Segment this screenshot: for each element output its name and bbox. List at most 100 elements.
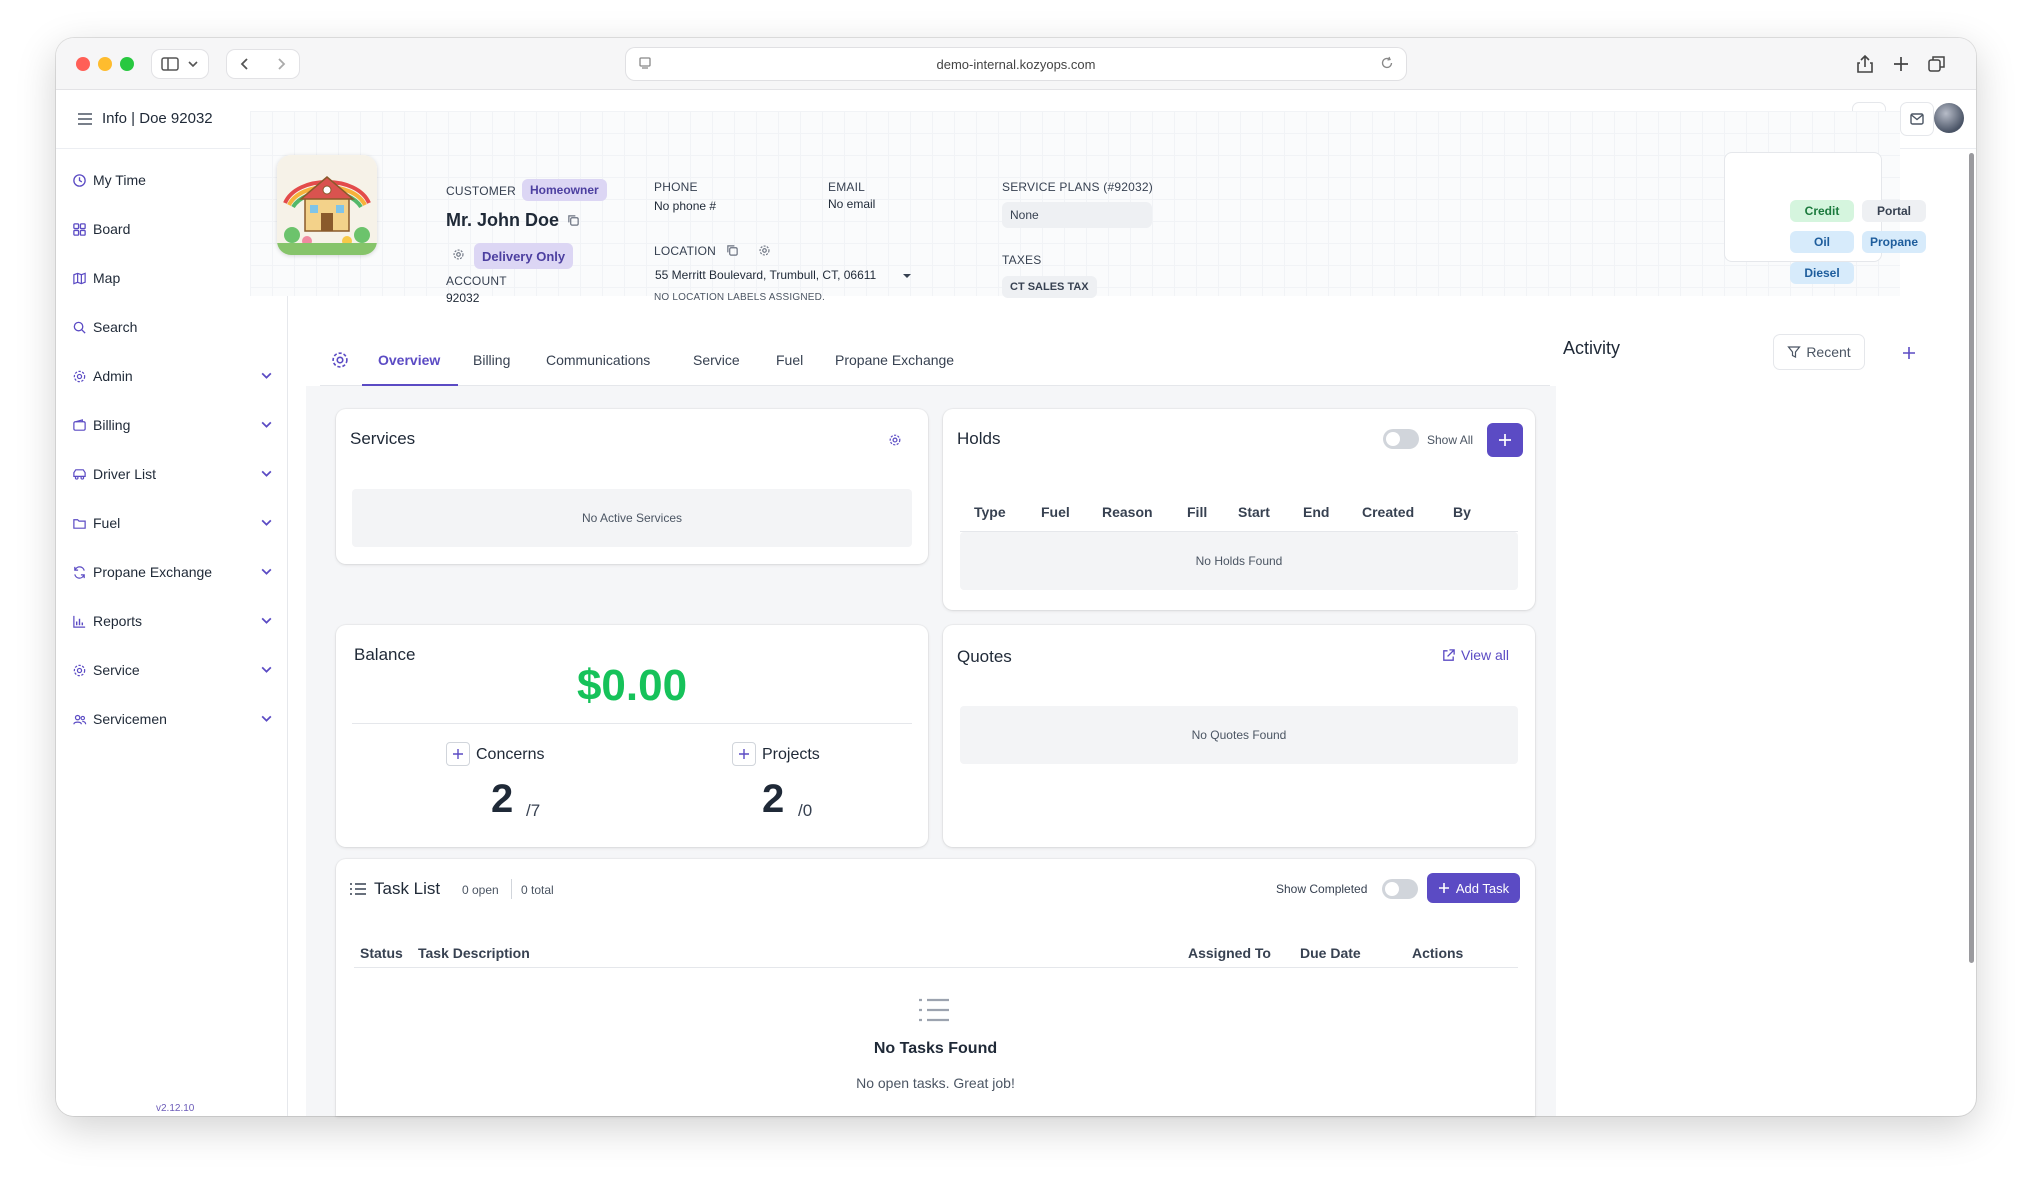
quotes-empty-text: No Quotes Found bbox=[1191, 728, 1287, 742]
minimize-window-button[interactable] bbox=[98, 57, 112, 71]
sidebar-item-my-time[interactable]: My Time bbox=[72, 165, 277, 195]
sidebar-item-propane-exchange[interactable]: Propane Exchange bbox=[72, 557, 277, 587]
chevron-down-icon bbox=[261, 421, 272, 428]
sidebar-item-label: Reports bbox=[93, 613, 143, 629]
refresh-icon bbox=[74, 565, 85, 579]
scrollbar[interactable] bbox=[1969, 153, 1974, 963]
avatar[interactable] bbox=[1934, 103, 1964, 133]
holds-col-fuel: Fuel bbox=[1041, 504, 1070, 520]
add-task-button[interactable]: Add Task bbox=[1427, 873, 1520, 903]
phone-value: No phone # bbox=[654, 199, 717, 213]
gear-icon bbox=[73, 370, 86, 382]
folder-icon bbox=[73, 518, 86, 529]
task-col-status: Status bbox=[360, 945, 403, 961]
gear-icon[interactable] bbox=[888, 433, 902, 447]
search-icon bbox=[73, 321, 86, 334]
sidebar-item-map[interactable]: Map bbox=[72, 263, 277, 293]
activity-title: Activity bbox=[1563, 338, 1621, 358]
email-label: EMAIL bbox=[828, 180, 866, 194]
copy-icon[interactable] bbox=[567, 214, 580, 227]
new-tab-icon[interactable] bbox=[1890, 53, 1912, 75]
holds-col-fill: Fill bbox=[1187, 504, 1208, 520]
holds-empty: No Holds Found bbox=[960, 532, 1518, 590]
address-bar[interactable]: demo-internal.kozyops.com bbox=[626, 48, 1406, 80]
tab-billing[interactable]: Billing bbox=[473, 352, 510, 368]
holds-col-by: By bbox=[1453, 504, 1471, 520]
add-activity-button[interactable] bbox=[1894, 338, 1924, 368]
url-text: demo-internal.kozyops.com bbox=[936, 56, 1096, 72]
page-icon bbox=[639, 57, 651, 69]
empty-list-icon bbox=[919, 998, 949, 1022]
hamburger-menu-icon[interactable] bbox=[76, 110, 94, 128]
add-project-button[interactable] bbox=[732, 742, 756, 766]
homeowner-badge: Homeowner bbox=[522, 179, 607, 201]
sidebar-item-servicemen[interactable]: Servicemen bbox=[72, 704, 277, 734]
share-icon[interactable] bbox=[1854, 53, 1876, 75]
chevron-down-icon bbox=[261, 715, 272, 722]
tab-propane-exchange[interactable]: Propane Exchange bbox=[835, 352, 954, 368]
reload-icon[interactable] bbox=[1380, 56, 1394, 70]
sidebar-item-billing[interactable]: Billing bbox=[72, 410, 277, 440]
sidebar-item-label: Admin bbox=[93, 368, 133, 384]
location-address[interactable]: 55 Merritt Boulevard, Trumbull, CT, 0661… bbox=[655, 268, 876, 282]
back-icon[interactable] bbox=[238, 57, 252, 71]
add-concern-button[interactable] bbox=[446, 742, 470, 766]
map-icon bbox=[73, 271, 86, 285]
chevron-down-icon bbox=[261, 568, 272, 575]
house-illustration-icon bbox=[277, 155, 377, 255]
sidebar-item-search[interactable]: Search bbox=[72, 312, 277, 342]
customer-tabs: Overview Billing Communications Service … bbox=[320, 334, 1550, 386]
tab-service[interactable]: Service bbox=[693, 352, 740, 368]
forward-icon[interactable] bbox=[274, 57, 288, 71]
show-completed-label: Show Completed bbox=[1276, 882, 1368, 896]
tab-fuel[interactable]: Fuel bbox=[776, 352, 803, 368]
services-card: Services No Active Services bbox=[336, 409, 928, 564]
sidebar-item-board[interactable]: Board bbox=[72, 214, 277, 244]
plus-icon bbox=[739, 749, 749, 759]
location-labels-note: NO LOCATION LABELS ASSIGNED. bbox=[654, 292, 826, 303]
sidebar-item-fuel[interactable]: Fuel bbox=[72, 508, 277, 538]
tab-overview-icon[interactable] bbox=[1926, 53, 1948, 75]
plus-icon bbox=[1903, 347, 1915, 359]
gear-icon[interactable] bbox=[452, 248, 465, 261]
close-window-button[interactable] bbox=[76, 57, 90, 71]
tab-communications[interactable]: Communications bbox=[546, 352, 650, 368]
tab-overview[interactable]: Overview bbox=[378, 352, 440, 368]
breadcrumb: Info | Doe 92032 bbox=[102, 110, 213, 127]
show-all-toggle[interactable] bbox=[1383, 429, 1419, 449]
location-label: LOCATION bbox=[654, 244, 717, 258]
sidebar-item-admin[interactable]: Admin bbox=[72, 361, 277, 391]
projects-label: Projects bbox=[762, 746, 820, 763]
sidebar-item-service[interactable]: Service bbox=[72, 655, 277, 685]
view-all-quotes-link[interactable]: View all bbox=[1441, 647, 1509, 663]
gear-icon[interactable] bbox=[330, 350, 350, 370]
show-completed-toggle[interactable] bbox=[1382, 879, 1418, 899]
chevron-down-icon bbox=[261, 666, 272, 673]
sidebar-item-label: Fuel bbox=[93, 515, 121, 531]
concerns-open-count: 2 bbox=[491, 777, 514, 821]
sidebar-toggle-button[interactable] bbox=[152, 50, 208, 78]
holds-col-reason: Reason bbox=[1102, 504, 1153, 520]
task-header-divider bbox=[354, 967, 1518, 968]
browser-toolbar: demo-internal.kozyops.com bbox=[56, 38, 1976, 90]
filter-icon bbox=[1787, 346, 1802, 358]
copy-icon[interactable] bbox=[726, 244, 739, 257]
recent-filter-button[interactable]: Recent bbox=[1773, 334, 1865, 370]
customer-name: Mr. John Doe bbox=[446, 210, 560, 230]
list-icon bbox=[350, 883, 366, 895]
chevron-down-icon bbox=[261, 617, 272, 624]
truck-icon bbox=[73, 468, 86, 480]
customer-label: CUSTOMER bbox=[446, 184, 517, 198]
sidebar-item-driver-list[interactable]: Driver List bbox=[72, 459, 277, 489]
sidebar-item-reports[interactable]: Reports bbox=[72, 606, 277, 636]
caret-down-icon[interactable] bbox=[902, 271, 912, 281]
task-col-actions: Actions bbox=[1412, 945, 1464, 961]
sidebar-item-label: Driver List bbox=[93, 466, 157, 482]
tag-propane: Propane bbox=[1862, 231, 1926, 253]
plus-icon bbox=[453, 749, 463, 759]
mail-button[interactable] bbox=[1900, 102, 1934, 136]
add-hold-button[interactable] bbox=[1487, 423, 1523, 457]
gear-icon[interactable] bbox=[758, 244, 771, 257]
mail-icon bbox=[1910, 113, 1924, 125]
maximize-window-button[interactable] bbox=[120, 57, 134, 71]
